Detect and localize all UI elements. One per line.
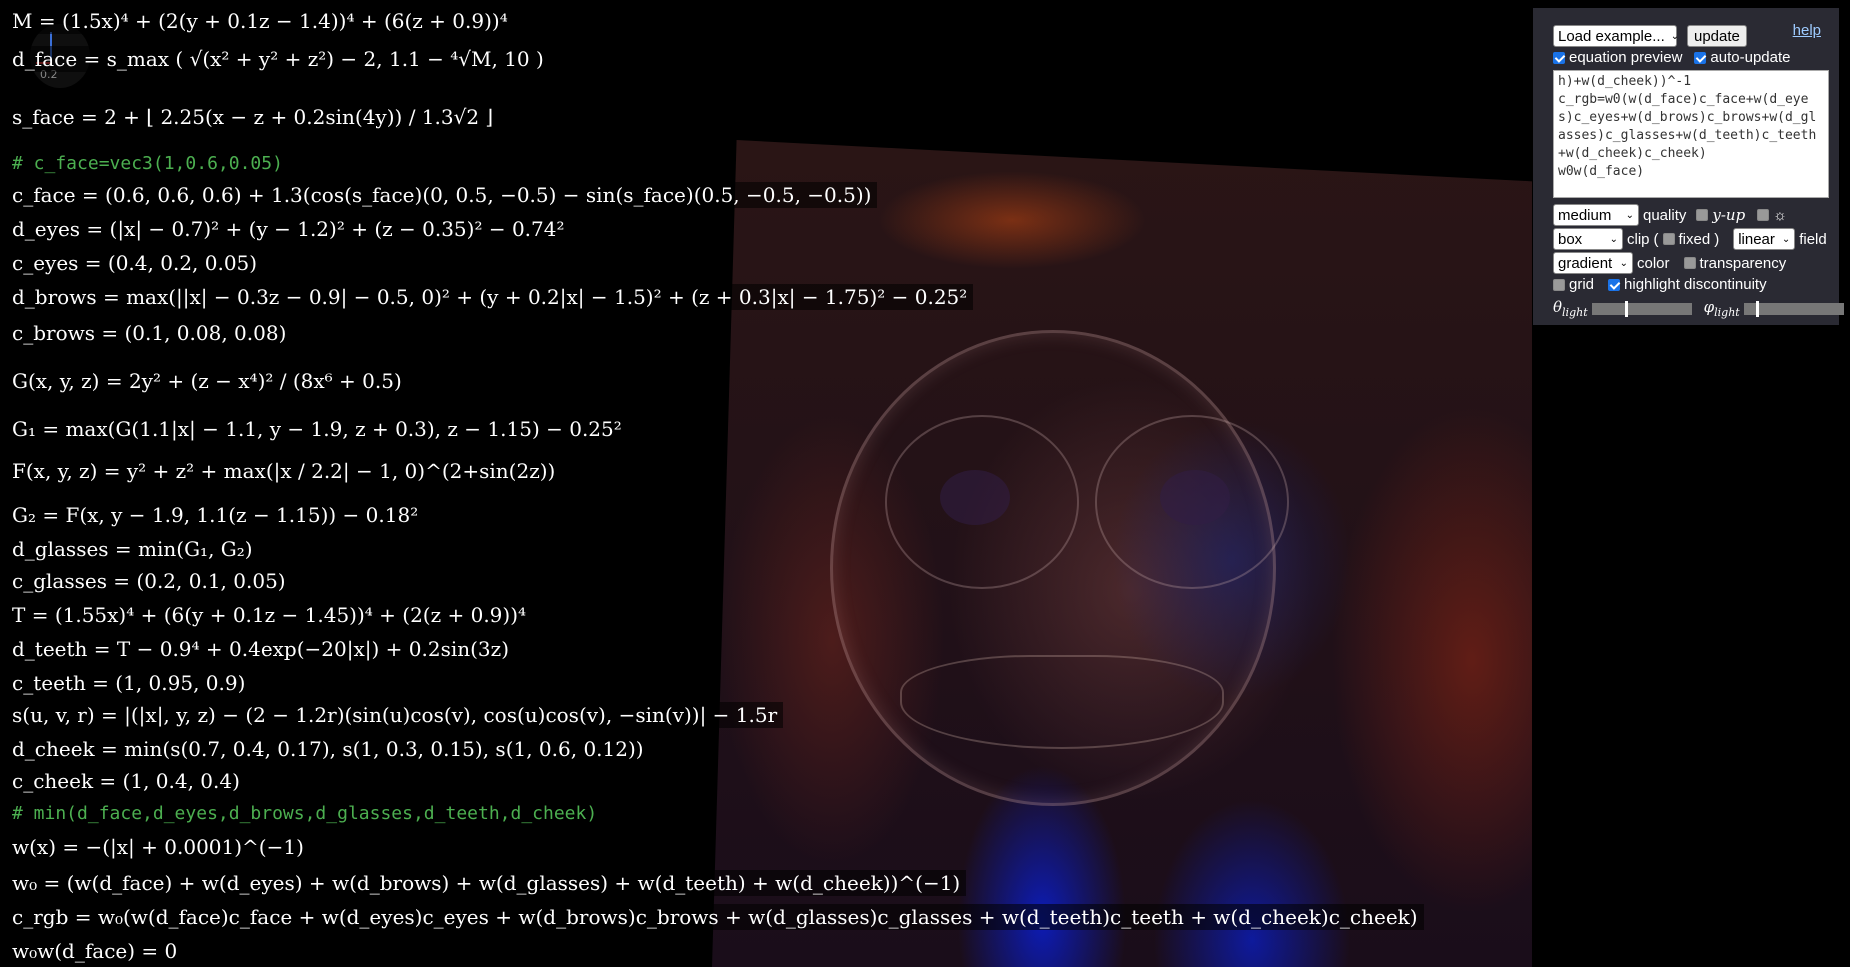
field-select[interactable]: linear ⌄: [1733, 228, 1796, 250]
equation-line: F(x, y, z) = y² + z² + max(|x / 2.2| − 1…: [6, 458, 562, 484]
phi-slider-knob[interactable]: [1755, 300, 1759, 317]
theta-slider-knob[interactable]: [1624, 300, 1628, 317]
sun-icon: ☼: [1773, 206, 1787, 224]
equation-code-textarea[interactable]: h)+w(d_cheek))^-1 c_rgb=w0(w(d_face)c_fa…: [1553, 70, 1829, 198]
equation-line: c_teeth = (1, 0.95, 0.9): [6, 670, 252, 696]
help-link[interactable]: help: [1793, 22, 1821, 39]
equation-line: d_teeth = T − 0.9⁴ + 0.4exp(−20|x|) + 0.…: [6, 636, 515, 662]
transparency-checkbox[interactable]: [1683, 257, 1696, 269]
right-eye-shape: [1160, 470, 1230, 525]
fixed-checkbox[interactable]: [1662, 233, 1675, 245]
fixed-close-paren: ): [1714, 230, 1720, 248]
equation-line: c_brows = (0.1, 0.08, 0.08): [6, 320, 293, 346]
phi-light-label: φlight: [1703, 298, 1740, 319]
transparency-label: transparency: [1699, 254, 1787, 272]
highlight-discontinuity-label: highlight discontinuity: [1624, 276, 1767, 293]
y-up-checkbox[interactable]: [1696, 209, 1709, 221]
load-example-label: Load example...: [1558, 27, 1665, 45]
equation-line: d_face = s_max ( √(x² + y² + z²) − 2, 1.…: [6, 46, 550, 72]
equation-line: w₀ = (w(d_face) + w(d_eyes) + w(d_brows)…: [6, 870, 967, 896]
equation-line: d_glasses = min(G₁, G₂): [6, 536, 259, 562]
phi-light-slider[interactable]: [1743, 300, 1844, 317]
quality-label: quality: [1643, 206, 1687, 224]
chevron-down-icon: ⌄: [1609, 233, 1618, 245]
y-up-label: y-up: [1712, 206, 1746, 224]
color-value: gradient: [1558, 254, 1613, 272]
equation-line: s(u, v, r) = |(|x|, y, z) − (2 − 1.2r)(s…: [6, 702, 784, 728]
color-label: color: [1637, 254, 1670, 272]
control-panel: Load example... ⌄ update help equation p…: [1533, 8, 1844, 325]
highlight-discontinuity-checkbox[interactable]: [1608, 278, 1621, 291]
clip-select[interactable]: box ⌄: [1553, 228, 1623, 250]
chevron-down-icon: ⌄: [1670, 30, 1680, 42]
equation-line: s_face = 2 + ⌊ 2.25(x − z + 0.2sin(4y)) …: [6, 104, 500, 130]
equation-line: c_rgb = w₀(w(d_face)c_face + w(d_eyes)c_…: [6, 904, 1424, 930]
clip-value: box: [1558, 230, 1583, 248]
equation-preview-checkbox[interactable]: [1553, 51, 1565, 64]
equation-line: G₁ = max(G(1.1|x| − 1.1, y − 1.9, z + 0.…: [6, 416, 628, 442]
equation-line: M = (1.5x)⁴ + (2(y + 0.1z − 1.4))⁴ + (6(…: [6, 8, 514, 34]
equation-line: c_glasses = (0.2, 0.1, 0.05): [6, 568, 292, 594]
field-label: field: [1799, 230, 1827, 248]
fixed-open-paren: (: [1653, 230, 1659, 248]
auto-update-label: auto-update: [1710, 49, 1791, 66]
chevron-down-icon: ⌄: [1781, 233, 1791, 245]
equation-comment: # min(d_face,d_eyes,d_brows,d_glasses,d_…: [6, 802, 604, 825]
equation-line: c_eyes = (0.4, 0.2, 0.05): [6, 250, 264, 276]
load-example-select[interactable]: Load example... ⌄: [1553, 25, 1680, 47]
fixed-label: fixed: [1678, 230, 1711, 248]
equation-line: G₂ = F(x, y − 1.9, 1.1(z − 1.15)) − 0.18…: [6, 502, 425, 528]
equation-line: w₀w(d_face) = 0: [6, 938, 184, 964]
equation-line: d_eyes = (|x| − 0.7)² + (y − 1.2)² + (z …: [6, 216, 571, 242]
equation-line: T = (1.55x)⁴ + (6(y + 0.1z − 1.45))⁴ + (…: [6, 602, 533, 628]
equation-preview-label: equation preview: [1569, 49, 1683, 66]
theta-light-label: θlight: [1553, 298, 1588, 319]
grid-label: grid: [1569, 276, 1595, 293]
color-select[interactable]: gradient ⌄: [1553, 252, 1633, 274]
theta-light-slider[interactable]: [1591, 300, 1692, 317]
light-toggle-checkbox[interactable]: [1757, 209, 1770, 221]
equation-line: d_cheek = min(s(0.7, 0.4, 0.17), s(1, 0.…: [6, 736, 650, 762]
quality-value: medium: [1558, 206, 1612, 224]
update-button[interactable]: update: [1687, 25, 1747, 47]
field-value: linear: [1738, 230, 1775, 248]
equation-line: c_cheek = (1, 0.4, 0.4): [6, 768, 246, 794]
mouth-shape: [900, 655, 1224, 749]
left-eye-shape: [940, 470, 1010, 525]
equation-line: c_face = (0.6, 0.6, 0.6) + 1.3(cos(s_fac…: [6, 182, 878, 208]
chevron-down-icon: ⌄: [1625, 209, 1634, 221]
quality-select[interactable]: medium ⌄: [1553, 204, 1639, 226]
auto-update-checkbox[interactable]: [1694, 51, 1707, 64]
clip-label: clip: [1627, 230, 1650, 248]
chevron-down-icon: ⌄: [1619, 257, 1628, 269]
equation-line: G(x, y, z) = 2y² + (z − x⁴)² / (8x⁶ + 0.…: [6, 368, 408, 394]
equation-comment: # c_face=vec3(1,0.6,0.05): [6, 152, 289, 175]
grid-checkbox[interactable]: [1553, 278, 1565, 291]
equation-line: d_brows = max(||x| − 0.3z − 0.9| − 0.5, …: [6, 284, 974, 310]
equation-line: w(x) = −(|x| + 0.0001)^(−1): [6, 834, 310, 860]
